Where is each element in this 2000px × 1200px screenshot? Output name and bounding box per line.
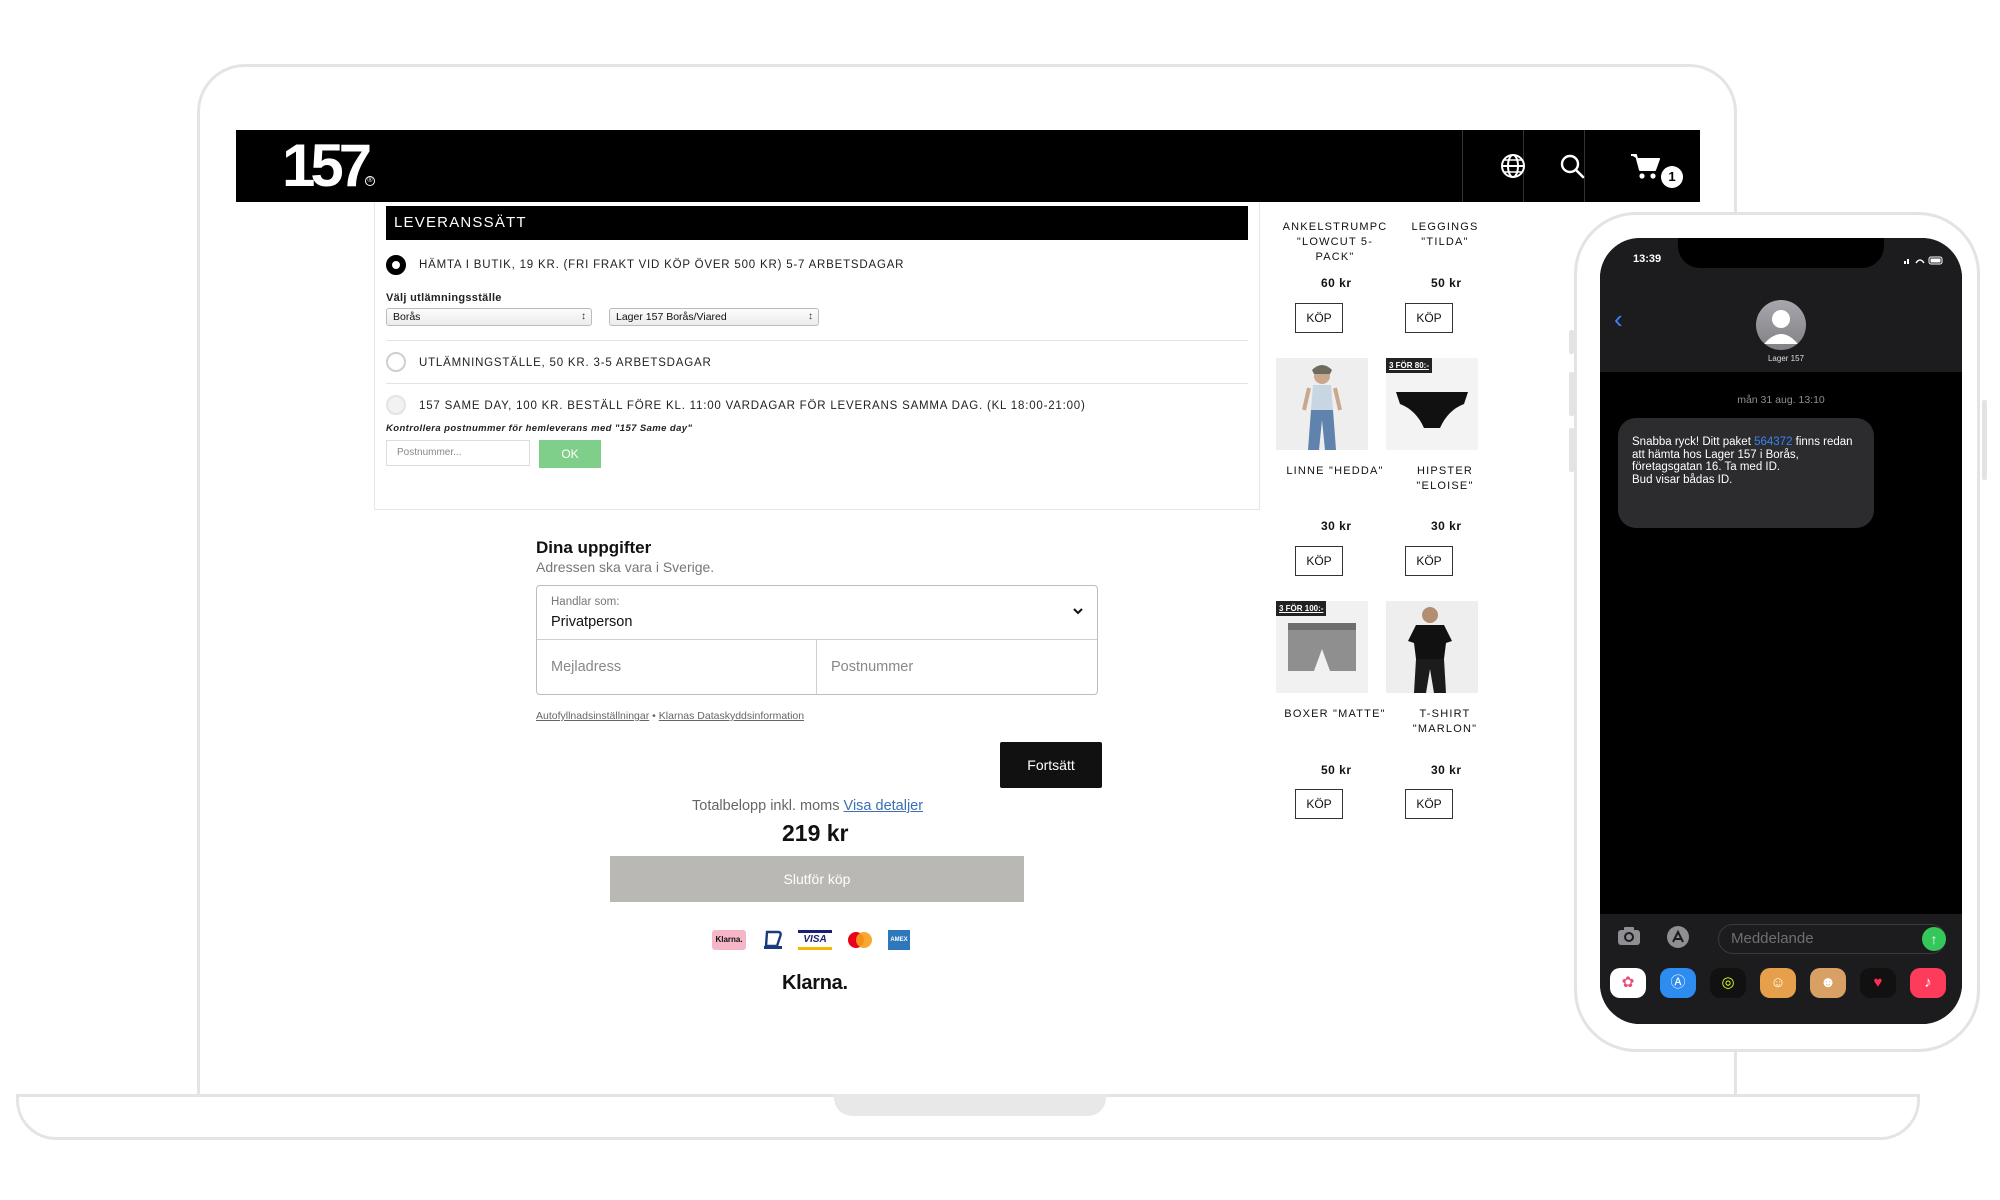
- divider: [386, 383, 1248, 384]
- delivery-section-title: LEVERANSSÄTT: [386, 206, 1248, 240]
- product-name[interactable]: LINNE "HEDDA": [1280, 464, 1390, 479]
- promo-badge: 3 FÖR 80:-: [1386, 358, 1433, 373]
- product-name[interactable]: BOXER "MATTE": [1280, 707, 1390, 722]
- divider: [386, 340, 1248, 341]
- phone-power-button: [1982, 400, 1987, 480]
- cart-icon[interactable]: [1630, 152, 1662, 182]
- buy-button[interactable]: KÖP: [1405, 789, 1453, 819]
- product-name[interactable]: ANKELSTRUMPC "LOWCUT 5-PACK": [1280, 220, 1390, 265]
- product-price: 50 kr: [1321, 763, 1352, 777]
- buying-as-select[interactable]: Handlar som: Privatperson: [537, 586, 1097, 640]
- digital-touch-app-icon[interactable]: ♥: [1860, 968, 1896, 998]
- continue-button[interactable]: Fortsätt: [1000, 742, 1102, 788]
- chevron-down-icon: [1073, 608, 1083, 615]
- cart-count-badge: 1: [1661, 166, 1683, 188]
- phone-screen: 13:39 ‹ Lager 157 mån 31 aug. 13:10 Snab…: [1600, 238, 1962, 1024]
- promo-badge: 3 FÖR 100:-: [1276, 601, 1327, 616]
- bankid-icon: [764, 930, 782, 949]
- buying-as-label: Handlar som:: [551, 596, 620, 608]
- status-time: 13:39: [1633, 253, 1662, 265]
- product-name[interactable]: LEGGINGS "TILDA": [1390, 220, 1500, 250]
- city-select[interactable]: Borås: [386, 308, 592, 326]
- logo-registered-mark: ®: [365, 176, 375, 186]
- option-sameday-label: 157 SAME DAY, 100 KR. BESTÄLL FÖRE KL. 1…: [419, 400, 1086, 412]
- klarna-logo: Klarna.: [782, 972, 848, 994]
- phone-volume-up: [1569, 372, 1574, 416]
- buy-button[interactable]: KÖP: [1295, 789, 1343, 819]
- send-arrow-icon[interactable]: ↑: [1922, 927, 1946, 951]
- phone-notch: [1678, 238, 1884, 268]
- amex-icon: AMEX: [888, 930, 910, 950]
- buy-button[interactable]: KÖP: [1405, 546, 1453, 576]
- product-price: 30 kr: [1431, 763, 1462, 777]
- store-select[interactable]: Lager 157 Borås/Viared: [609, 308, 819, 326]
- site-logo[interactable]: 157: [282, 132, 372, 200]
- site-header: 157 ® 1: [236, 130, 1700, 202]
- activity-app-icon[interactable]: ◎: [1710, 968, 1746, 998]
- message-bubble: Snabba ryck! Ditt paket 564372 finns red…: [1618, 418, 1874, 528]
- product-name[interactable]: T-SHIRT "MARLON": [1390, 707, 1500, 737]
- header-divider: [1462, 130, 1463, 202]
- buy-button[interactable]: KÖP: [1295, 546, 1343, 576]
- option-pickup-label: HÄMTA I BUTIK, 19 KR. (FRI FRAKT VID KÖP…: [419, 259, 905, 271]
- contact-avatar[interactable]: [1756, 300, 1806, 350]
- globe-icon[interactable]: [1499, 152, 1527, 180]
- app-store-icon[interactable]: [1664, 925, 1692, 949]
- product-name[interactable]: HIPSTER "ELOISE": [1390, 464, 1500, 494]
- phone-mute-switch: [1569, 330, 1574, 354]
- buy-button[interactable]: KÖP: [1295, 303, 1343, 333]
- product-price: 30 kr: [1431, 519, 1462, 533]
- radio-pickup-point[interactable]: [386, 352, 406, 372]
- pickup-point-label: Välj utlämningsställe: [386, 292, 502, 304]
- total-text: Totalbelopp inkl. moms: [692, 798, 840, 814]
- product-image-tshirt[interactable]: [1386, 601, 1478, 693]
- message-text: Bud visar bådas ID.: [1632, 473, 1733, 486]
- buying-as-value: Privatperson: [551, 614, 633, 630]
- message-text: Snabba ryck! Ditt paket: [1632, 436, 1755, 448]
- animoji-app-icon[interactable]: ☻: [1810, 968, 1846, 998]
- visa-icon: VISA: [798, 930, 832, 950]
- postcode-note: Kontrollera postnummer för hemleverans m…: [386, 423, 693, 434]
- laptop-trackpad-notch: [834, 1094, 1106, 1116]
- product-price: 50 kr: [1431, 276, 1462, 290]
- postcode-ok-button[interactable]: OK: [539, 440, 601, 468]
- laptop-screen: 157 ® 1 LEVERANSSÄTT HÄMTA I BUTIK, 19 K…: [236, 130, 1700, 1094]
- radio-pickup-store[interactable]: [386, 255, 406, 275]
- complete-purchase-button[interactable]: Slutför köp: [610, 856, 1024, 902]
- product-image-linne[interactable]: [1276, 358, 1368, 450]
- music-app-icon[interactable]: ♪: [1910, 968, 1946, 998]
- link-separator: •: [652, 710, 656, 722]
- memoji-app-icon[interactable]: ☺: [1760, 968, 1796, 998]
- buy-button[interactable]: KÖP: [1405, 303, 1453, 333]
- postcode-input[interactable]: Postnummer...: [386, 440, 530, 466]
- privacy-link[interactable]: Klarnas Dataskyddsinformation: [659, 710, 804, 722]
- photos-app-icon[interactable]: ✿: [1610, 968, 1646, 998]
- details-form: Handlar som: Privatperson Mejladress Pos…: [536, 585, 1098, 695]
- contact-name[interactable]: Lager 157: [1754, 354, 1818, 363]
- option-point-label: UTLÄMNINGSTÄLLE, 50 KR. 3-5 ARBETSDAGAR: [419, 357, 712, 369]
- product-price: 60 kr: [1321, 276, 1352, 290]
- message-input[interactable]: Meddelande: [1718, 924, 1946, 954]
- mastercard-icon: [848, 932, 872, 948]
- phone-volume-down: [1569, 428, 1574, 472]
- back-chevron-icon[interactable]: ‹: [1614, 306, 1623, 332]
- email-field[interactable]: Mejladress: [537, 640, 817, 694]
- show-details-link[interactable]: Visa detaljer: [844, 798, 924, 814]
- postcode-field[interactable]: Postnummer: [817, 640, 1097, 694]
- radio-same-day[interactable]: [386, 395, 406, 415]
- total-label: Totalbelopp inkl. moms Visa detaljer: [692, 798, 923, 814]
- camera-icon[interactable]: [1616, 925, 1642, 947]
- search-icon[interactable]: [1558, 152, 1586, 180]
- total-amount: 219 kr: [782, 820, 849, 846]
- details-title: Dina uppgifter: [536, 538, 652, 557]
- app-store-app-icon[interactable]: Ⓐ: [1660, 968, 1696, 998]
- status-icons: [1904, 256, 1943, 265]
- klarna-pay-icon: Klarna.: [712, 930, 746, 950]
- product-price: 30 kr: [1321, 519, 1352, 533]
- package-number-link[interactable]: 564372: [1754, 436, 1792, 448]
- klarna-links: Autofyllnadsinställningar • Klarnas Data…: [536, 710, 804, 722]
- details-subtitle: Adressen ska vara i Sverige.: [536, 559, 715, 575]
- autofill-settings-link[interactable]: Autofyllnadsinställningar: [536, 710, 649, 722]
- message-date: mån 31 aug. 13:10: [1737, 394, 1825, 406]
